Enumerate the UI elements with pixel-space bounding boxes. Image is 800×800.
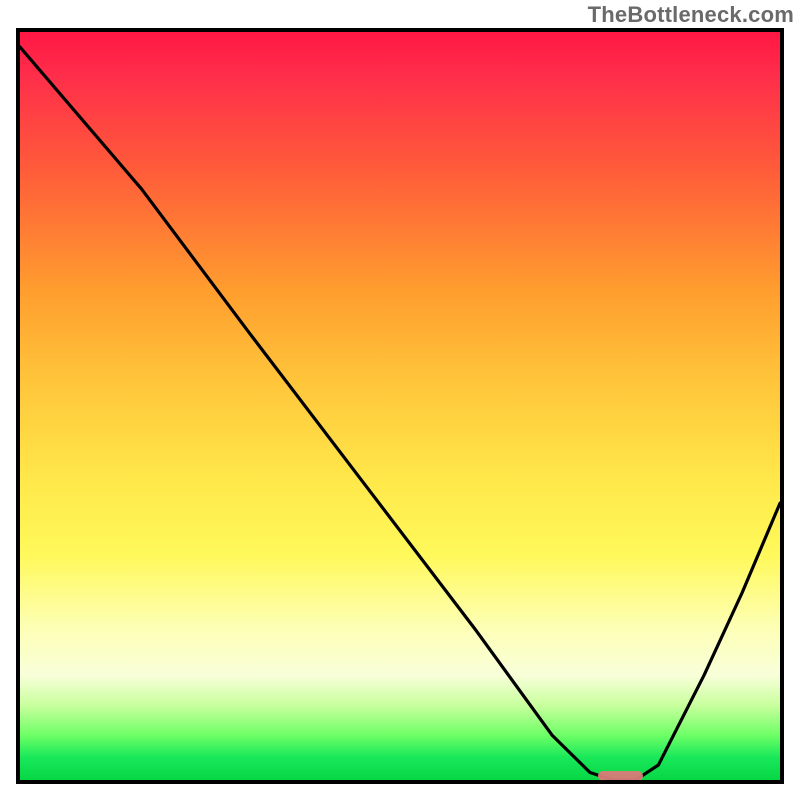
- bottleneck-curve: [20, 32, 780, 780]
- chart-frame: TheBottleneck.com: [0, 0, 800, 800]
- watermark-label: TheBottleneck.com: [588, 2, 794, 28]
- optimal-range-marker: [598, 771, 644, 781]
- plot-area: [16, 28, 784, 784]
